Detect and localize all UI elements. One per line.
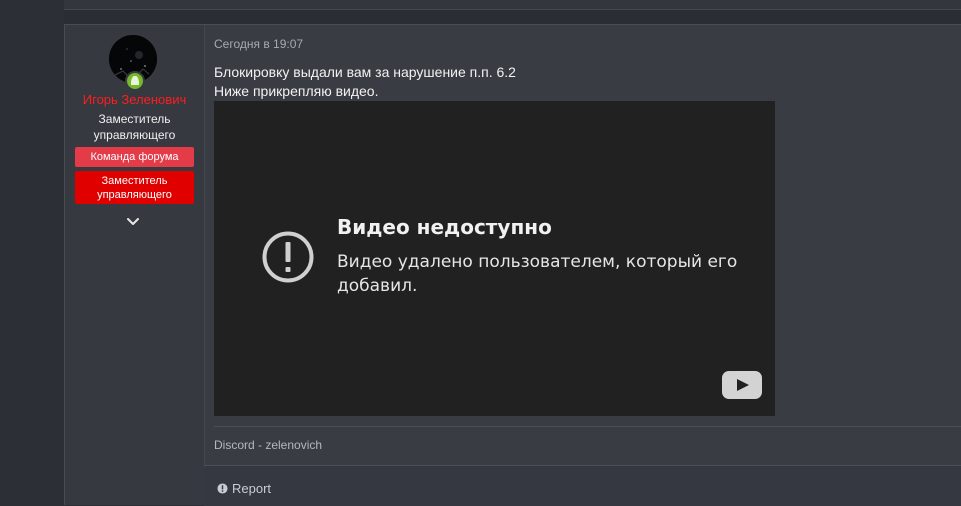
author-banner-forum-team: Команда форума	[75, 147, 194, 167]
report-label: Report	[232, 481, 272, 496]
forum-post: Игорь Зеленович Заместитель управляющего…	[64, 24, 961, 506]
signature-divider	[214, 426, 961, 427]
post-author-panel: Игорь Зеленович Заместитель управляющего…	[65, 25, 205, 505]
alert-circle-icon	[262, 231, 314, 283]
exclamation-circle-icon	[217, 483, 228, 494]
embedded-video[interactable]: Видео недоступно Видео удалено пользоват…	[214, 101, 775, 416]
video-unavailable-message: Видео удалено пользователем, который его…	[337, 252, 738, 296]
report-button[interactable]: Report	[217, 481, 271, 496]
message-line: Ниже прикрепляю видео.	[214, 83, 379, 99]
youtube-play-icon[interactable]	[722, 371, 762, 399]
chevron-down-icon[interactable]	[126, 217, 140, 227]
post-timestamp[interactable]: Сегодня в 19:07	[214, 37, 303, 51]
video-unavailable-title: Видео недоступно	[337, 215, 552, 239]
online-status-icon	[125, 71, 145, 91]
message-line: Блокировку выдали вам за нарушение п.п. …	[214, 64, 516, 80]
post-content: Сегодня в 19:07 Блокировку выдали вам за…	[204, 25, 961, 506]
author-banner-deputy-label: Заместитель управляющего	[97, 174, 172, 201]
author-banner-deputy: Заместитель управляющего	[75, 171, 194, 204]
author-user-title: Заместитель управляющего	[93, 112, 176, 142]
previous-post-footer	[64, 0, 961, 10]
author-username[interactable]: Игорь Зеленович	[65, 92, 204, 107]
post-signature: Discord - zelenovich	[214, 438, 323, 452]
post-separator	[64, 10, 961, 24]
post-message: Блокировку выдали вам за нарушение п.п. …	[214, 63, 516, 101]
post-footer: Report	[204, 465, 961, 506]
